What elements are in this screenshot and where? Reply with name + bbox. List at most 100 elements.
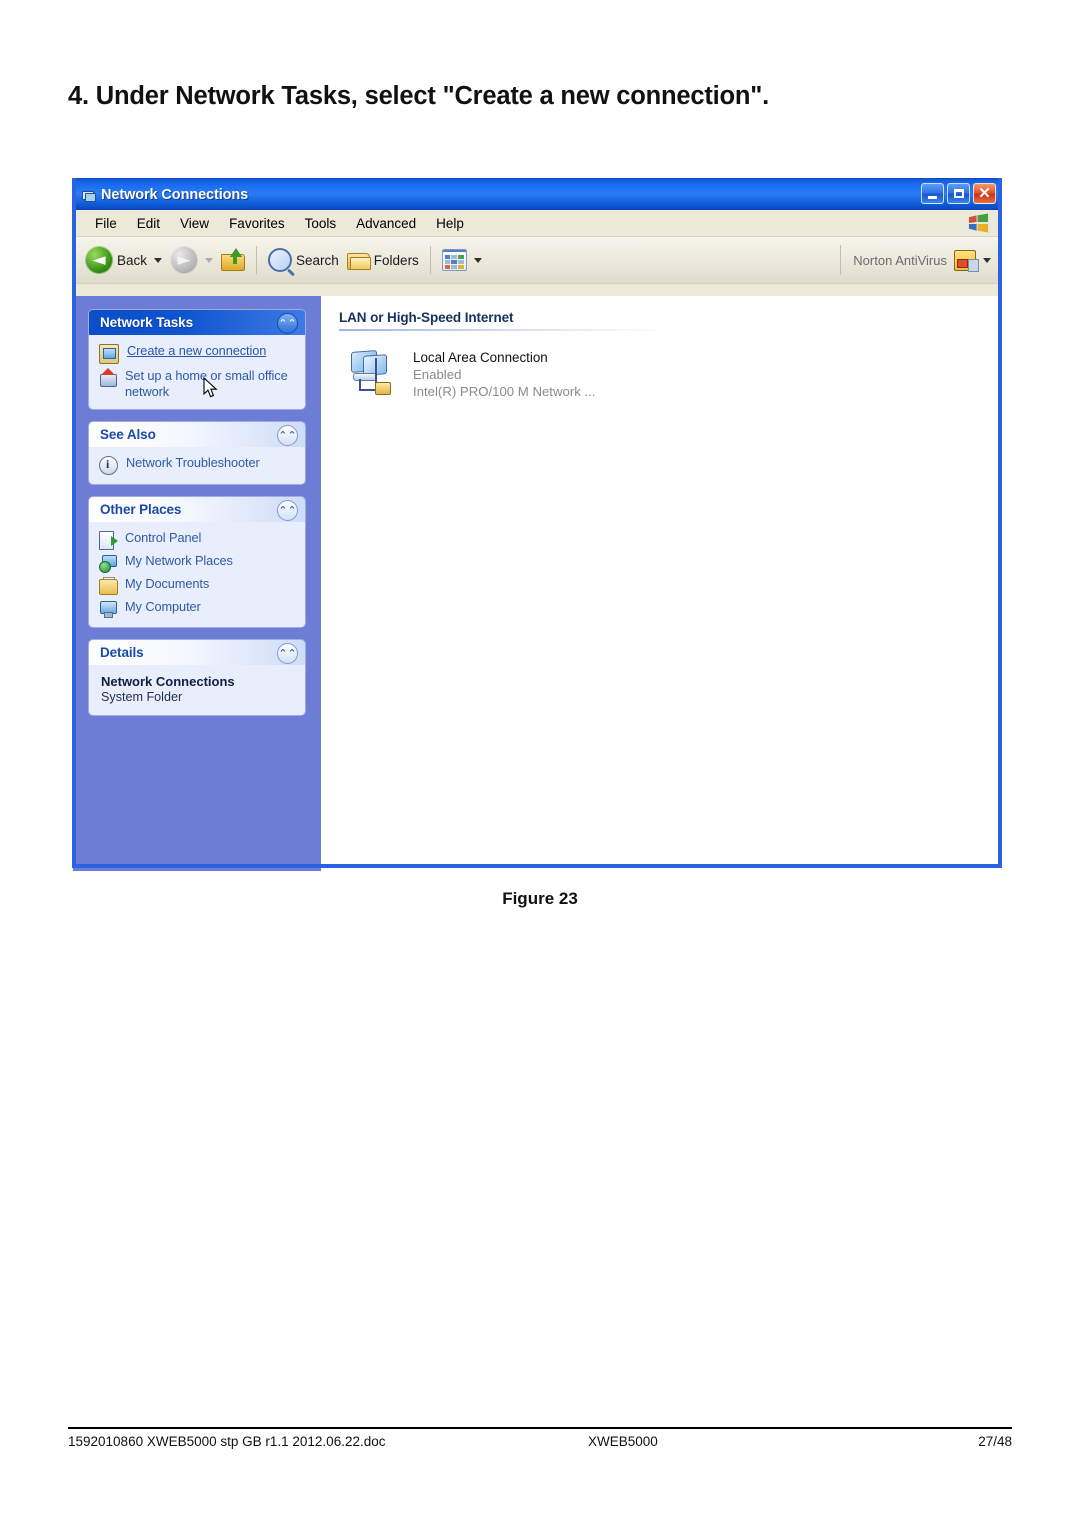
search-label: Search [296, 252, 339, 268]
norton-antivirus-toolbar[interactable]: Norton AntiVirus [840, 237, 991, 283]
home-network-icon [99, 368, 117, 387]
panel-other-places: Other Places ⌃⌃ Control Panel My Network… [89, 497, 305, 627]
network-connections-icon [80, 187, 96, 203]
network-connections-window: Network Connections ✕ File Edit View Fav… [72, 178, 1002, 871]
connection-name: Local Area Connection [413, 350, 548, 365]
details-type: System Folder [101, 690, 183, 704]
figure-caption: Figure 23 [502, 889, 578, 908]
chevron-up-icon[interactable]: ⌃⌃ [277, 643, 298, 664]
panel-network-tasks-title: Network Tasks [100, 315, 193, 330]
panel-other-places-title: Other Places [100, 502, 182, 517]
back-dropdown-icon[interactable] [154, 257, 163, 263]
window-title: Network Connections [101, 186, 249, 203]
window-controls: ✕ [921, 183, 996, 204]
details-name: Network Connections [101, 674, 235, 689]
toolbar-divider-2 [429, 246, 431, 274]
panel-see-also: See Also ⌃⌃ Network Troubleshooter [89, 422, 305, 484]
my-computer-icon [99, 600, 117, 618]
search-button[interactable]: Search [264, 242, 343, 278]
menu-item-help[interactable]: Help [426, 216, 474, 231]
panel-other-places-header[interactable]: Other Places ⌃⌃ [89, 497, 305, 522]
panel-see-also-header[interactable]: See Also ⌃⌃ [89, 422, 305, 447]
menu-item-view[interactable]: View [170, 216, 219, 231]
toolbar-divider [256, 246, 258, 274]
panel-details-title: Details [100, 645, 144, 660]
menu-item-advanced[interactable]: Advanced [346, 216, 426, 231]
sidebar-item-label: My Computer [125, 599, 201, 614]
chevron-up-icon[interactable]: ⌃⌃ [277, 500, 298, 521]
search-icon [268, 248, 293, 272]
menu-item-tools[interactable]: Tools [295, 216, 347, 231]
connections-list-pane: LAN or High-Speed Internet Local Area Co… [321, 296, 1001, 871]
task-sidebar: Network Tasks ⌃⌃ Create a new connection… [73, 296, 321, 871]
norton-dropdown-icon[interactable] [983, 257, 991, 263]
sidebar-item-network-troubleshooter[interactable]: Network Troubleshooter [99, 455, 295, 475]
panel-other-places-body: Control Panel My Network Places My Docum… [89, 522, 305, 627]
sidebar-item-my-documents[interactable]: My Documents [99, 576, 295, 595]
sidebar-item-label: My Documents [125, 576, 210, 591]
norton-divider [840, 245, 842, 275]
sidebar-item-my-network-places[interactable]: My Network Places [99, 553, 295, 573]
up-button[interactable] [217, 242, 249, 278]
chevron-up-icon[interactable]: ⌃⌃ [277, 313, 298, 334]
sidebar-item-label: Set up a home or small office network [125, 368, 288, 399]
panel-network-tasks: Network Tasks ⌃⌃ Create a new connection… [89, 310, 305, 409]
minimize-button[interactable] [921, 183, 944, 204]
sidebar-item-control-panel[interactable]: Control Panel [99, 530, 295, 550]
connection-item-local-area-connection[interactable]: Local Area Connection Enabled Intel(R) P… [339, 349, 985, 400]
panel-see-also-body: Network Troubleshooter [89, 447, 305, 484]
views-dropdown-icon[interactable] [473, 257, 482, 263]
group-header-lan: LAN or High-Speed Internet [339, 310, 514, 325]
my-network-places-icon [99, 554, 117, 573]
menu-item-edit[interactable]: Edit [127, 216, 170, 231]
footer-page-number: 27/48 [978, 1434, 1012, 1449]
panel-see-also-title: See Also [100, 427, 156, 442]
menu-item-file[interactable]: File [85, 216, 127, 231]
panel-details-body: Network Connections System Folder [89, 665, 305, 715]
footer-product-name: XWEB5000 [588, 1434, 658, 1449]
panel-details-header[interactable]: Details ⌃⌃ [89, 640, 305, 665]
forward-button[interactable]: ► [166, 242, 217, 278]
panel-network-tasks-header[interactable]: Network Tasks ⌃⌃ [89, 310, 305, 335]
back-button[interactable]: ◄ Back [81, 242, 166, 278]
folders-button[interactable]: Folders [343, 242, 423, 278]
forward-arrow-icon: ► [170, 246, 199, 274]
views-button[interactable] [438, 242, 486, 278]
folders-icon [346, 251, 371, 270]
forward-dropdown-icon [205, 257, 214, 263]
norton-antivirus-label: Norton AntiVirus [853, 252, 947, 268]
my-documents-icon [99, 577, 118, 595]
connection-status: Enabled [413, 367, 462, 382]
close-button[interactable]: ✕ [973, 183, 996, 204]
panel-details: Details ⌃⌃ Network Connections System Fo… [89, 640, 305, 715]
sidebar-item-my-computer[interactable]: My Computer [99, 599, 295, 618]
sidebar-item-label: My Network Places [125, 553, 233, 568]
sidebar-item-setup-home-network[interactable]: Set up a home or small office network [99, 368, 295, 400]
page-title: 4. Under Network Tasks, select "Create a… [68, 82, 770, 110]
norton-antivirus-icon [954, 249, 979, 272]
views-icon [441, 249, 467, 271]
info-icon [99, 456, 118, 475]
back-label: Back [117, 252, 148, 268]
sidebar-item-create-new-connection[interactable]: Create a new connection [99, 343, 295, 364]
lan-connection-icon [349, 349, 403, 397]
up-folder-icon [221, 248, 246, 271]
chevron-up-icon[interactable]: ⌃⌃ [277, 425, 298, 446]
panel-network-tasks-body: Create a new connection Set up a home or… [89, 335, 305, 409]
toolbar: ◄ Back ► Search Folders Norton AntiVirus [73, 237, 1001, 283]
folders-label: Folders [373, 252, 419, 268]
page-footer: 1592010860 XWEB5000 stp GB r1.1 2012.06.… [68, 1434, 1012, 1449]
window-body: Network Tasks ⌃⌃ Create a new connection… [73, 296, 1001, 871]
connection-text: Local Area Connection Enabled Intel(R) P… [413, 349, 595, 400]
sidebar-item-label: Network Troubleshooter [126, 455, 260, 470]
group-header-rule [339, 329, 669, 331]
windows-flag-icon [968, 213, 989, 233]
new-connection-icon [99, 344, 119, 364]
menu-bar: File Edit View Favorites Tools Advanced … [73, 210, 1001, 237]
back-arrow-icon: ◄ [85, 246, 113, 274]
sidebar-item-label: Create a new connection [127, 343, 267, 358]
address-bar-strip [73, 283, 1001, 296]
maximize-button[interactable] [947, 183, 970, 204]
sidebar-item-label: Control Panel [125, 530, 202, 545]
menu-item-favorites[interactable]: Favorites [219, 216, 295, 231]
